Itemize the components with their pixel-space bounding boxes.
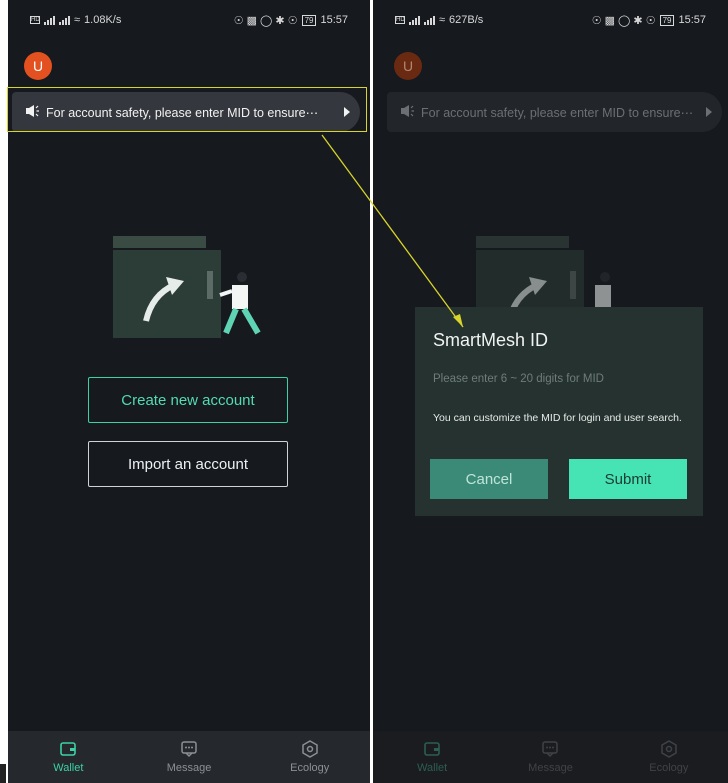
status-time: 15:57: [678, 14, 706, 26]
arrow-right-icon: [706, 107, 712, 117]
dialog-title: SmartMesh ID: [433, 330, 549, 350]
wifi-icon: ≈: [439, 14, 446, 26]
cancel-button[interactable]: Cancel: [430, 459, 548, 499]
message-icon: [542, 741, 559, 758]
status-bar: HD ≈ 1.08K/s ☉ ▩ ◯ ✱ ☉ 79 15:57: [8, 0, 370, 40]
message-icon: [181, 741, 197, 758]
bottom-tab-bar: Wallet Message Ecology: [8, 731, 370, 783]
tab-wallet: Wallet: [373, 731, 491, 783]
ecology-icon: [301, 740, 318, 758]
smartmesh-id-dialog: SmartMesh ID Please enter 6 ~ 20 digits …: [415, 307, 703, 516]
tab-ecology: Ecology: [610, 731, 728, 783]
tab-label: Ecology: [290, 762, 330, 774]
create-account-button[interactable]: Create new account: [88, 377, 288, 423]
status-time: 15:57: [320, 14, 348, 26]
annotation-highlight-box: [7, 87, 367, 132]
right-phone-screen: HD ≈ 627B/s ☉ ▩ ◯ ✱ ☉ 79 15:57 U For acc…: [373, 0, 728, 783]
tab-label: Message: [166, 762, 212, 774]
status-bar: HD ≈ 627B/s ☉ ▩ ◯ ✱ ☉ 79 15:57: [373, 0, 728, 40]
avatar[interactable]: U: [24, 52, 52, 80]
signal-icon: [424, 15, 435, 25]
wifi-icon: ≈: [74, 14, 81, 26]
status-icons: ☉ ▩ ◯ ✱ ☉: [233, 14, 298, 27]
hd-icon: HD: [30, 16, 40, 24]
status-icons: ☉ ▩ ◯ ✱ ☉: [591, 14, 656, 27]
wallet-illustration: [113, 236, 261, 338]
avatar: U: [394, 52, 422, 80]
battery-level: 79: [659, 14, 675, 26]
corner-mark: [0, 764, 6, 783]
screenshot-composite: HD ≈ 1.08K/s ☉ ▩ ◯ ✱ ☉ 79 15:57 U For ac…: [0, 0, 728, 783]
signal-icon: [59, 15, 70, 25]
safety-notice-bar: For account safety, please enter MID to …: [387, 92, 722, 132]
tab-message[interactable]: Message: [129, 731, 250, 783]
ecology-icon: [661, 740, 677, 758]
tab-message: Message: [491, 731, 609, 783]
battery-level: 79: [301, 14, 317, 26]
bottom-tab-bar: Wallet Message Ecology: [373, 731, 728, 783]
submit-button[interactable]: Submit: [569, 459, 687, 499]
wallet-icon: [60, 742, 77, 756]
notice-text: For account safety, please enter MID to …: [421, 105, 694, 120]
tab-label: Wallet: [53, 762, 84, 774]
tab-label: Message: [528, 762, 573, 774]
signal-icon: [409, 15, 420, 25]
tab-ecology[interactable]: Ecology: [249, 731, 370, 783]
tab-wallet[interactable]: Wallet: [8, 731, 129, 783]
signal-icon: [44, 15, 55, 25]
network-speed: 1.08K/s: [84, 14, 122, 26]
tab-label: Wallet: [417, 762, 448, 774]
network-speed: 627B/s: [449, 14, 484, 26]
mid-input[interactable]: Please enter 6 ~ 20 digits for MID: [433, 373, 685, 385]
dialog-description: You can customize the MID for login and …: [433, 412, 682, 424]
speaker-icon: [401, 104, 415, 120]
import-account-button[interactable]: Import an account: [88, 441, 288, 487]
hd-icon: HD: [395, 16, 405, 24]
tab-label: Ecology: [649, 762, 689, 774]
wallet-icon: [424, 742, 440, 756]
